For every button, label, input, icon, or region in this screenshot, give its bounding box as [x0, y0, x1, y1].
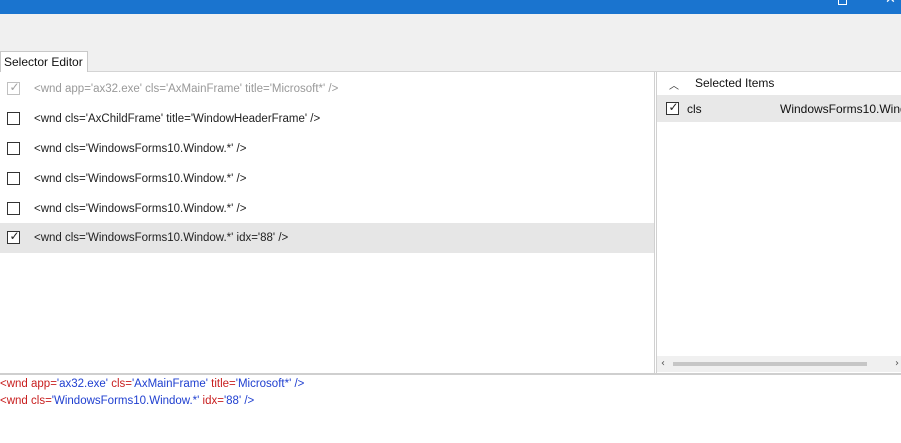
- selected-items-header[interactable]: ︿ Selected Items: [657, 72, 901, 94]
- maximize-icon[interactable]: [838, 0, 847, 5]
- tab-selector-editor[interactable]: Selector Editor: [0, 51, 88, 72]
- preview-tag-open: <wnd: [0, 395, 32, 407]
- preview-attr: cls=: [108, 378, 132, 390]
- preview-value: '88': [223, 395, 242, 407]
- preview-tag-close: />: [241, 395, 255, 407]
- selector-row-selected[interactable]: ✓ <wnd cls='WindowsForms10.Window.*' idx…: [0, 223, 654, 253]
- row-checkbox[interactable]: [7, 202, 20, 215]
- selector-row[interactable]: ✓ <wnd app='ax32.exe' cls='AxMainFrame' …: [0, 74, 654, 104]
- row-checkbox[interactable]: [7, 142, 20, 155]
- scroll-left-icon[interactable]: ‹: [661, 358, 665, 369]
- preview-value: 'Microsoft*': [235, 378, 292, 390]
- selector-row-text: <wnd cls='WindowsForms10.Window.*' idx='…: [34, 232, 289, 244]
- toolbar: [0, 14, 901, 44]
- row-checkbox[interactable]: ✓: [7, 229, 20, 244]
- selector-row[interactable]: <wnd cls='WindowsForms10.Window.*' />: [0, 134, 654, 164]
- preview-attr: title=: [207, 378, 236, 390]
- close-icon[interactable]: ✕: [885, 0, 896, 7]
- selector-row[interactable]: <wnd cls='WindowsForms10.Window.*' />: [0, 194, 654, 224]
- selected-items-title: Selected Items: [695, 76, 775, 90]
- selector-row-text: <wnd cls='WindowsForms10.Window.*' />: [34, 203, 247, 215]
- tab-strip: Selector Editor: [0, 44, 901, 72]
- preview-tag-close: />: [291, 378, 305, 390]
- item-name: cls: [687, 102, 702, 116]
- row-checkbox[interactable]: [7, 172, 20, 185]
- selector-tree-pane: ✓ <wnd app='ax32.exe' cls='AxMainFrame' …: [0, 72, 655, 373]
- preview-value: 'ax32.exe': [56, 378, 108, 390]
- chevron-up-icon[interactable]: ︿: [669, 77, 679, 92]
- preview-value: 'WindowsForms10.Window.*': [51, 395, 200, 407]
- selected-item-row[interactable]: ✓ cls WindowsForms10.Window: [657, 95, 901, 122]
- checkmark-icon: ✓: [9, 80, 20, 94]
- preview-attr: app=: [31, 378, 57, 390]
- checkmark-icon: ✓: [668, 100, 679, 114]
- selector-row[interactable]: <wnd cls='WindowsForms10.Window.*' />: [0, 164, 654, 194]
- preview-line: <wnd cls='WindowsForms10.Window.*' idx='…: [0, 395, 254, 407]
- preview-tag-open: <wnd: [0, 378, 32, 390]
- scroll-thumb[interactable]: [673, 362, 867, 366]
- item-checkbox[interactable]: ✓: [666, 100, 679, 115]
- row-checkbox[interactable]: [7, 112, 20, 125]
- preview-line: <wnd app='ax32.exe' cls='AxMainFrame' ti…: [0, 378, 304, 390]
- selected-items-pane: ︿ Selected Items ✓ cls WindowsForms10.Wi…: [656, 72, 901, 373]
- selector-row[interactable]: <wnd cls='AxChildFrame' title='WindowHea…: [0, 104, 654, 134]
- preview-attr: idx=: [199, 395, 224, 407]
- preview-value: 'AxMainFrame': [131, 378, 208, 390]
- row-checkbox[interactable]: ✓: [7, 80, 20, 95]
- title-bar: — ✕: [0, 0, 901, 14]
- minimize-icon[interactable]: —: [781, 0, 794, 7]
- checkmark-icon: ✓: [9, 229, 20, 243]
- selector-row-text: <wnd cls='WindowsForms10.Window.*' />: [34, 143, 247, 155]
- item-value: WindowsForms10.Window: [780, 102, 901, 116]
- selector-row-text: <wnd cls='AxChildFrame' title='WindowHea…: [34, 113, 321, 125]
- scroll-right-icon[interactable]: ›: [895, 358, 899, 369]
- preview-attr: cls=: [31, 395, 52, 407]
- selector-row-text: <wnd app='ax32.exe' cls='AxMainFrame' ti…: [34, 83, 339, 95]
- selector-row-text: <wnd cls='WindowsForms10.Window.*' />: [34, 173, 247, 185]
- selector-preview[interactable]: <wnd app='ax32.exe' cls='AxMainFrame' ti…: [0, 373, 901, 443]
- horizontal-scrollbar[interactable]: ‹ ›: [657, 356, 901, 372]
